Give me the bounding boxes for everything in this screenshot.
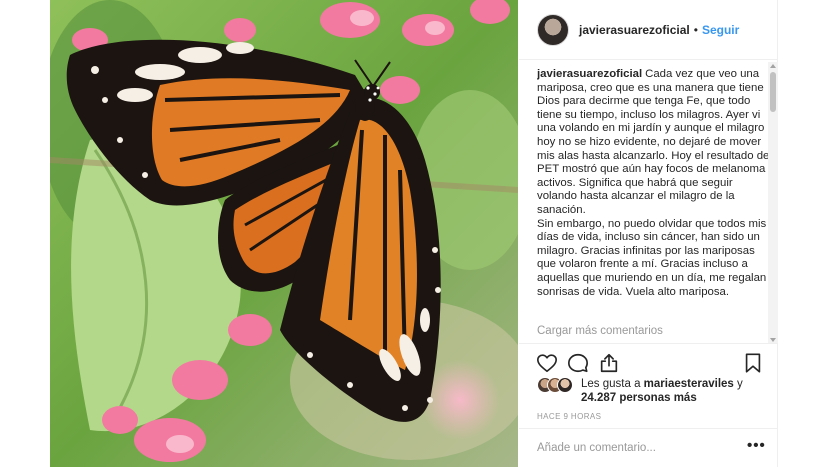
heart-icon[interactable] <box>536 352 558 374</box>
caption-text: Cada vez que veo una mariposa, creo que … <box>537 68 772 298</box>
comment-bubble-icon[interactable] <box>567 352 589 374</box>
bookmark-icon[interactable] <box>742 352 764 374</box>
more-options-icon[interactable]: ••• <box>747 437 766 454</box>
comment-input[interactable]: Añade un comentario... <box>537 442 656 454</box>
likes-summary: Les gusta a mariaesteraviles y 24.287 pe… <box>537 377 773 405</box>
caption-area: javierasuarezoficial Cada vez que veo una… <box>537 68 773 338</box>
liker-avatars <box>537 377 581 395</box>
load-more-comments-link[interactable]: Cargar más comentarios <box>537 325 663 337</box>
likes-username[interactable]: mariaesteraviles <box>644 378 734 390</box>
add-comment-bar: Añade un comentario... ••• <box>519 428 778 467</box>
post-photo[interactable] <box>50 0 518 467</box>
likes-prefix: Les gusta a <box>581 378 644 390</box>
separator-dot: • <box>693 22 698 37</box>
likes-text: Les gusta a mariaesteraviles y 24.287 pe… <box>581 377 743 405</box>
butterfly-photo <box>50 0 518 467</box>
follow-button[interactable]: Seguir <box>702 23 739 37</box>
scroll-down-arrow-icon[interactable] <box>770 338 776 342</box>
caption-username[interactable]: javierasuarezoficial <box>537 68 642 80</box>
share-icon[interactable] <box>598 352 620 374</box>
comments-scrollbar[interactable] <box>768 62 778 344</box>
scroll-up-arrow-icon[interactable] <box>770 64 776 68</box>
post-timestamp[interactable]: HACE 9 HORAS <box>537 412 601 421</box>
header-username[interactable]: javierasuarezoficial <box>579 23 690 37</box>
action-bar <box>519 343 778 379</box>
post-header: javierasuarezoficial • Seguir <box>519 0 778 60</box>
likes-suffix: y <box>733 378 743 390</box>
scrollbar-thumb[interactable] <box>770 72 776 112</box>
avatar[interactable] <box>537 13 569 46</box>
post-side-panel: javierasuarezoficial • Seguir javierasua… <box>519 0 778 467</box>
likes-count[interactable]: 24.287 personas más <box>581 392 697 404</box>
liker-avatar <box>557 377 573 393</box>
